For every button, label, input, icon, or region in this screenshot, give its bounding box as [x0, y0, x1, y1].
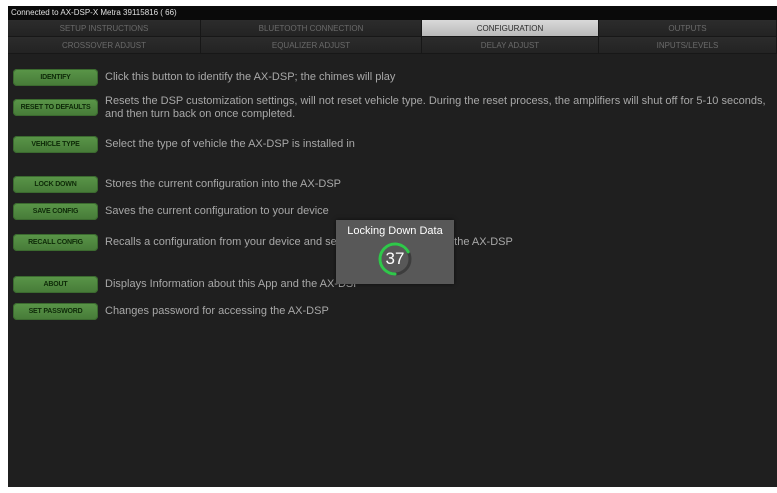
locking-down-dialog: Locking Down Data 37 [336, 220, 454, 284]
set-password-description: Changes password for accessing the AX-DS… [105, 305, 329, 317]
tab-row-1: SETUP INSTRUCTIONS BLUETOOTH CONNECTION … [8, 20, 777, 37]
tab-bluetooth-connection[interactable]: BLUETOOTH CONNECTION [201, 20, 422, 37]
tab-inputs-levels[interactable]: INPUTS/LEVELS [599, 37, 777, 54]
status-bar: Connected to AX-DSP-X Metra 39115816 ( 6… [8, 6, 777, 20]
reset-description: Resets the DSP customization settings, w… [105, 95, 766, 120]
tab-crossover-adjust[interactable]: CROSSOVER ADJUST [8, 37, 201, 54]
identify-button[interactable]: IDENTIFY [13, 69, 98, 86]
tab-delay-adjust[interactable]: DELAY ADJUST [422, 37, 599, 54]
progress-value: 37 [385, 249, 405, 268]
tab-equalizer-adjust[interactable]: EQUALIZER ADJUST [201, 37, 422, 54]
vehicle-type-description: Select the type of vehicle the AX-DSP is… [105, 138, 355, 150]
recall-config-button[interactable]: RECALL CONFIG [13, 234, 98, 251]
tab-configuration[interactable]: CONFIGURATION [422, 20, 599, 37]
identify-description: Click this button to identify the AX-DSP… [105, 71, 396, 83]
vehicle-type-button[interactable]: VEHICLE TYPE [13, 136, 98, 153]
progress-spinner: 37 [373, 240, 417, 284]
lock-down-button[interactable]: LOCK DOWN [13, 176, 98, 193]
set-password-button[interactable]: SET PASSWORD [13, 303, 98, 320]
tab-row-2: CROSSOVER ADJUST EQUALIZER ADJUST DELAY … [8, 37, 777, 54]
app-window: Connected to AX-DSP-X Metra 39115816 ( 6… [8, 6, 777, 487]
tab-outputs[interactable]: OUTPUTS [599, 20, 777, 37]
save-config-description: Saves the current configuration to your … [105, 205, 329, 217]
reset-to-defaults-button[interactable]: RESET TO DEFAULTS [13, 99, 98, 116]
save-config-button[interactable]: SAVE CONFIG [13, 203, 98, 220]
lock-down-description: Stores the current configuration into th… [105, 178, 342, 190]
tab-setup-instructions[interactable]: SETUP INSTRUCTIONS [8, 20, 201, 37]
about-button[interactable]: ABOUT [13, 276, 98, 293]
dialog-title: Locking Down Data [347, 225, 443, 237]
